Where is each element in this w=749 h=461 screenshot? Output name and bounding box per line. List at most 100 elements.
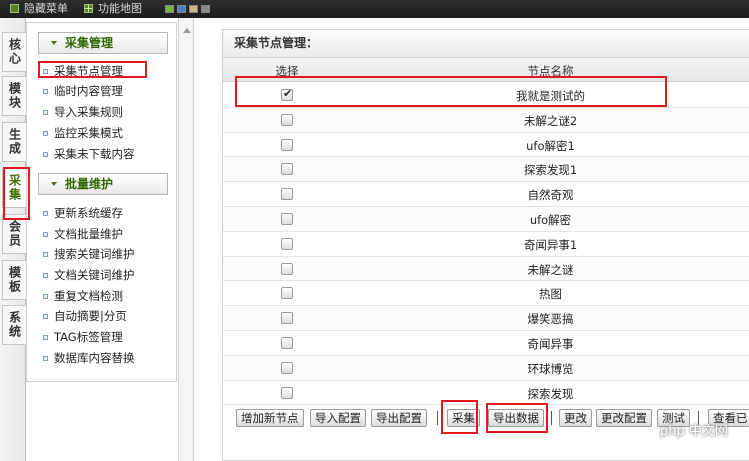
bullet-icon xyxy=(43,152,48,157)
tab-templates-label: 模板 xyxy=(7,266,22,294)
menu-item-tag-management[interactable]: TAG标签管理 xyxy=(43,329,123,345)
column-header-select: 选择 xyxy=(275,64,299,78)
bullet-icon xyxy=(43,356,48,361)
theme-tan-swatch[interactable] xyxy=(189,5,198,13)
hide-menu-icon xyxy=(10,4,19,13)
bullet-icon xyxy=(43,110,48,115)
menu-item-label: 采集未下载内容 xyxy=(54,147,135,161)
menu-item-search-keywords[interactable]: 搜索关键词维护 xyxy=(43,246,135,262)
node-name-cell: 未解之谜 xyxy=(527,262,574,277)
export-config-button[interactable]: 导出配置 xyxy=(371,409,427,427)
menu-item-label: 导入采集规则 xyxy=(54,105,123,119)
node-management-panel: 采集节点管理： 选择 节点名称 我就是测试的未解之谜2 ufo解密1 探索发现1 自然… xyxy=(222,29,749,461)
row-select-checkbox[interactable] xyxy=(281,337,293,349)
menu-item-label: TAG标签管理 xyxy=(54,330,123,344)
site-map-icon xyxy=(84,4,93,13)
scroll-up-arrow-icon[interactable] xyxy=(183,28,191,33)
tab-members-label: 会员 xyxy=(7,220,22,248)
bullet-icon xyxy=(43,89,48,94)
menu-item-auto-summary[interactable]: 自动摘要|分页 xyxy=(43,308,127,324)
tab-core-label: 核心 xyxy=(7,38,22,66)
row-select-checkbox[interactable] xyxy=(281,237,293,250)
row-select-checkbox[interactable] xyxy=(281,163,293,176)
menu-item-batch-docs[interactable]: 文档批量维护 xyxy=(43,226,123,242)
table-row: 未解之谜2 xyxy=(223,107,749,133)
menu-item-import-rules[interactable]: 导入采集规则 xyxy=(43,104,123,120)
tab-core[interactable]: 核心 xyxy=(2,32,26,72)
import-config-button[interactable]: 导入配置 xyxy=(310,409,366,427)
tab-members[interactable]: 会员 xyxy=(2,214,26,254)
group-collect-management[interactable]: 采集管理 xyxy=(38,32,168,54)
row-select-checkbox[interactable] xyxy=(281,361,293,374)
theme-blue-swatch[interactable] xyxy=(177,5,186,13)
menu-item-db-replace[interactable]: 数据库内容替换 xyxy=(43,350,135,366)
menu-splitter[interactable] xyxy=(178,18,194,461)
collect-button[interactable]: 采集 xyxy=(447,409,480,427)
toolbar-divider xyxy=(437,411,438,425)
tab-system[interactable]: 系统 xyxy=(2,305,26,345)
menu-item-label: 文档关键词维护 xyxy=(54,268,135,282)
table-row: 热图 xyxy=(223,281,749,307)
row-select-checkbox[interactable] xyxy=(281,262,293,275)
menu-item-doc-keywords[interactable]: 文档关键词维护 xyxy=(43,267,135,283)
table-row: 爆笑恶搞 xyxy=(223,306,749,331)
tab-generate[interactable]: 生成 xyxy=(2,122,26,162)
hide-menu-link[interactable]: 隐藏菜单 xyxy=(10,2,68,16)
row-select-checkbox[interactable] xyxy=(281,312,293,325)
menu-item-label: 更新系统缓存 xyxy=(54,206,123,220)
side-menu: 采集管理 采集节点管理 临时内容管理 导入采集规则 监控采集模式 采集未下载内容… xyxy=(26,22,177,382)
bullet-icon xyxy=(43,314,48,319)
menu-item-node-management[interactable]: 采集节点管理 xyxy=(43,63,123,79)
menu-item-monitor-mode[interactable]: 监控采集模式 xyxy=(43,125,123,141)
top-bar: 隐藏菜单 功能地图 xyxy=(0,0,749,18)
row-select-checkbox[interactable] xyxy=(281,113,293,126)
menu-item-update-cache[interactable]: 更新系统缓存 xyxy=(43,205,123,221)
column-header-node-name: 节点名称 xyxy=(527,64,574,78)
bullet-icon xyxy=(43,273,48,278)
watermark: php 中文网 xyxy=(660,424,728,439)
bullet-icon xyxy=(43,69,48,74)
tab-system-label: 系统 xyxy=(7,311,22,339)
menu-item-label: 搜索关键词维护 xyxy=(54,247,135,261)
menu-item-duplicate-check[interactable]: 重复文档检测 xyxy=(43,288,123,304)
menu-item-undownloaded[interactable]: 采集未下载内容 xyxy=(43,146,135,162)
hide-menu-label: 隐藏菜单 xyxy=(24,2,68,15)
row-select-checkbox[interactable] xyxy=(281,213,293,225)
node-name-cell: ufo解密 xyxy=(529,213,572,227)
change-config-button[interactable]: 更改配置 xyxy=(596,409,652,427)
table-row: 奇闻异事1 xyxy=(223,232,749,257)
tab-templates[interactable]: 模板 xyxy=(2,260,26,300)
row-select-checkbox[interactable] xyxy=(281,386,293,399)
export-data-button[interactable]: 导出数据 xyxy=(488,409,544,427)
node-name-cell: ufo解密1 xyxy=(526,138,575,153)
row-select-checkbox[interactable] xyxy=(281,287,293,300)
node-name-cell: 爆笑恶搞 xyxy=(527,312,574,327)
tab-collect[interactable]: 采集 xyxy=(2,168,26,208)
row-select-checkbox[interactable] xyxy=(281,87,293,101)
node-name-cell: 环球博览 xyxy=(527,361,574,376)
site-map-link[interactable]: 功能地图 xyxy=(84,2,142,16)
menu-item-temp-content[interactable]: 临时内容管理 xyxy=(43,83,123,99)
theme-gray-swatch[interactable] xyxy=(201,5,210,13)
menu-item-label: 临时内容管理 xyxy=(54,84,123,98)
table-row: 探索发现1 xyxy=(223,157,749,183)
bullet-icon xyxy=(43,252,48,257)
menu-item-label: 采集节点管理 xyxy=(54,64,123,78)
panel-title: 采集节点管理： xyxy=(223,30,749,58)
row-select-checkbox[interactable] xyxy=(281,188,293,201)
add-node-button[interactable]: 增加新节点 xyxy=(236,409,304,427)
theme-green-swatch[interactable] xyxy=(165,5,174,13)
collapse-arrow-icon xyxy=(51,41,57,45)
table-row: 探索发现 xyxy=(223,381,749,406)
toolbar-divider xyxy=(551,411,552,425)
group-batch-maintenance[interactable]: 批量维护 xyxy=(38,173,168,195)
row-select-checkbox[interactable] xyxy=(281,138,293,151)
tab-modules[interactable]: 模块 xyxy=(2,76,26,116)
node-name-cell: 奇闻异事 xyxy=(527,337,574,351)
bullet-icon xyxy=(43,232,48,237)
site-map-label: 功能地图 xyxy=(98,2,142,15)
change-button[interactable]: 更改 xyxy=(559,409,592,427)
table-row: 奇闻异事 xyxy=(223,331,749,356)
menu-item-label: 文档批量维护 xyxy=(54,227,123,241)
node-name-cell: 探索发现1 xyxy=(523,163,578,178)
